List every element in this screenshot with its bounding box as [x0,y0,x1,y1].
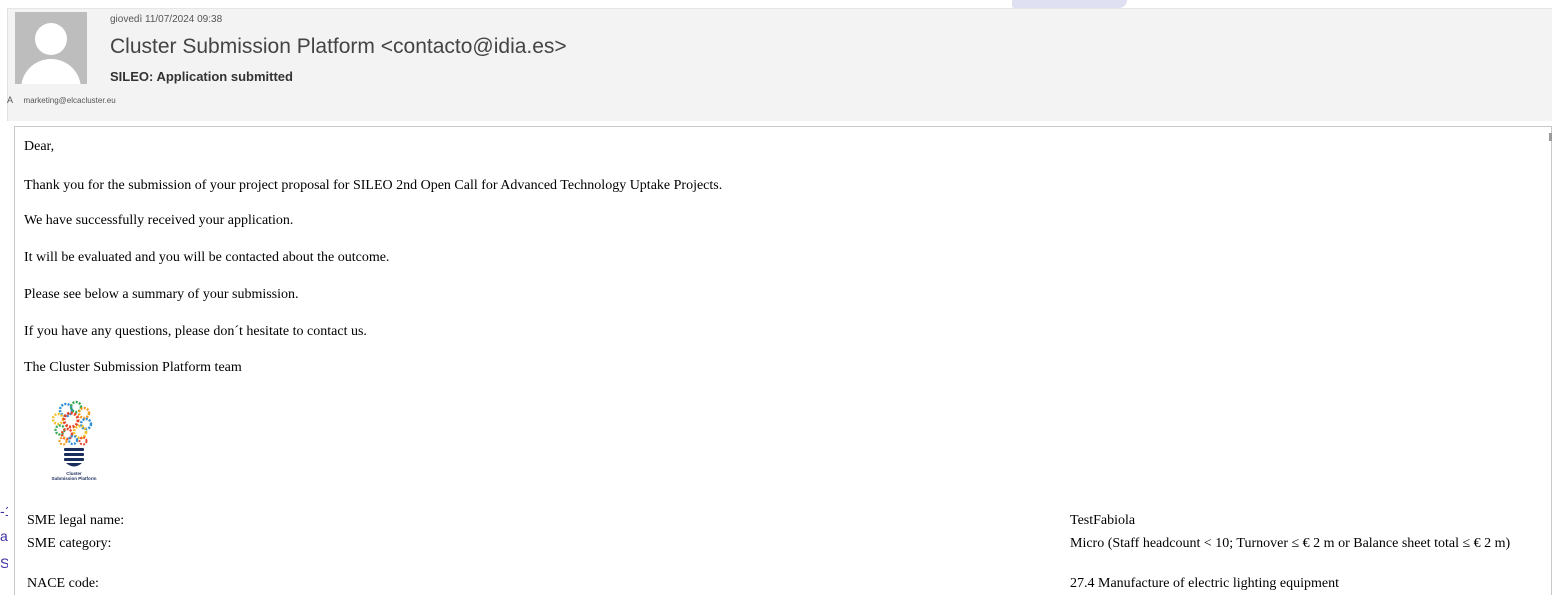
logo-caption-line: Submission Platform [51,476,97,481]
summary-label-category: SME category: [27,536,112,551]
email-reading-pane: giovedì 11/07/2024 09:38 Cluster Submiss… [0,0,1552,595]
body-paragraph: If you have any questions, please don´t … [24,324,367,339]
summary-label-legal-name: SME legal name: [27,513,125,528]
received-date: giovedì 11/07/2024 09:38 [110,14,223,25]
body-paragraph: Please see below a summary of your submi… [24,287,299,302]
logo-caption: Cluster Submission Platform [36,471,112,481]
message-subject: SILEO: Application submitted [110,69,293,84]
recipient-row: A marketing@elcacluster.eu [7,95,116,105]
signature: The Cluster Submission Platform team [24,360,242,375]
greeting: Dear, [24,139,55,154]
sender-name[interactable]: Cluster Submission Platform <contacto@id… [110,35,567,59]
summary-label-nace: NACE code: [27,576,99,591]
lightbulb-gears-icon [51,400,93,467]
message-header: giovedì 11/07/2024 09:38 Cluster Submiss… [7,8,1552,121]
recipient-prefix: A [7,95,14,105]
background-window-fragment: at [0,528,8,544]
body-paragraph: Thank you for the submission of your pro… [24,178,723,193]
sender-avatar[interactable] [15,12,87,84]
avatar-body-shape [21,59,81,84]
body-paragraph: We have successfully received your appli… [24,213,294,228]
summary-value-nace: 27.4 Manufacture of electric lighting eq… [1070,576,1340,591]
summary-value-category: Micro (Staff headcount < 10; Turnover ≤ … [1070,536,1511,551]
recipient-email[interactable]: marketing@elcacluster.eu [24,96,116,105]
cluster-platform-logo: Cluster Submission Platform [36,398,112,486]
avatar-head-shape [35,23,67,55]
decorative-shape [1012,0,1127,8]
background-window-fragment: S [0,555,8,571]
body-paragraph: It will be evaluated and you will be con… [24,250,390,265]
summary-value-legal-name: TestFabiola [1070,513,1136,528]
background-window-fragment: -1 [0,503,8,519]
